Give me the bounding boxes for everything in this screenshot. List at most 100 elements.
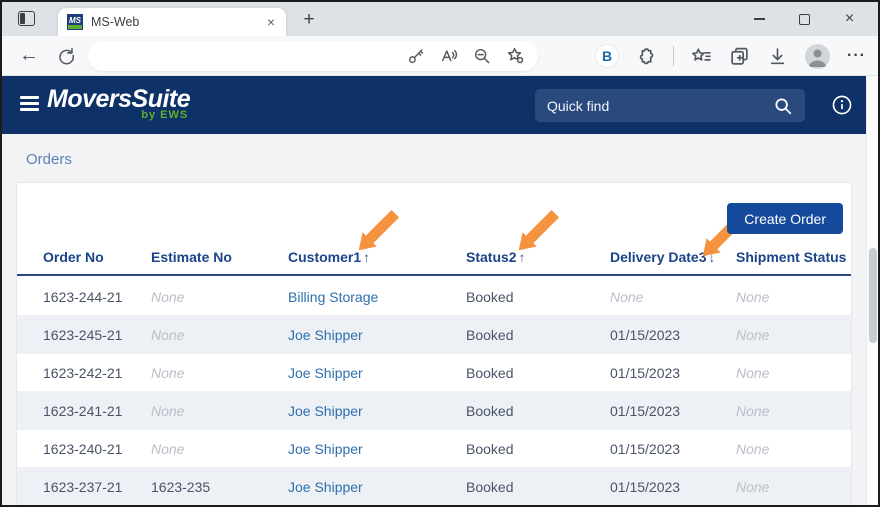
shipment-status-cell: None — [736, 326, 770, 343]
close-button[interactable]: × — [827, 2, 872, 36]
browser-titlebar: MS MS-Web × + × — [2, 2, 878, 36]
collections-icon[interactable] — [729, 46, 750, 67]
estimate-no-cell: None — [151, 440, 185, 457]
maximize-button[interactable] — [782, 2, 827, 36]
tab-actions-menu-icon[interactable] — [18, 11, 35, 26]
address-bar-icons — [407, 46, 525, 65]
delivery-date-cell: 01/15/2023 — [610, 326, 681, 343]
estimate-no-cell: 1623-235 — [151, 478, 211, 495]
back-icon: ← — [19, 44, 39, 66]
extension-b-icon[interactable]: B — [596, 45, 619, 67]
page-content: Orders Create Order Order No Estimate No… — [2, 134, 878, 505]
shipment-status-cell: None — [736, 478, 770, 495]
status-cell: Booked — [466, 288, 514, 305]
shipment-status-cell: None — [736, 440, 770, 457]
app-header: MoversSuite by EWS — [2, 76, 878, 134]
site-favicon: MS — [67, 14, 83, 30]
app-logo: MoversSuite by EWS — [47, 85, 191, 121]
back-button[interactable]: ← — [14, 41, 44, 71]
estimate-no-cell: None — [151, 364, 185, 381]
add-favorite-icon[interactable] — [506, 46, 525, 65]
column-header-order-no[interactable]: Order No — [43, 249, 151, 265]
close-icon: × — [844, 10, 855, 27]
status-cell: Booked — [466, 326, 514, 343]
refresh-button[interactable] — [50, 41, 80, 71]
page-title: Orders — [26, 151, 72, 168]
profile-avatar[interactable] — [805, 43, 831, 69]
table-row[interactable]: 1623-242-21 None Joe Shipper Booked 01/1… — [17, 354, 851, 392]
delivery-date-cell: 01/15/2023 — [610, 364, 681, 381]
toolbar-divider — [673, 46, 675, 66]
customer-link[interactable]: Joe Shipper — [288, 327, 466, 343]
annotation-arrow-customer — [358, 209, 400, 251]
table-row[interactable]: 1623-245-21 None Joe Shipper Booked 01/1… — [17, 316, 851, 354]
status-cell: Booked — [466, 440, 514, 457]
order-no-cell: 1623-244-21 — [43, 288, 123, 305]
table-row[interactable]: 1623-240-21 None Joe Shipper Booked 01/1… — [17, 430, 851, 468]
column-header-shipment-status[interactable]: Shipment Status — [736, 249, 851, 265]
estimate-no-cell: None — [151, 326, 185, 343]
browser-tab[interactable]: MS MS-Web × — [58, 8, 286, 36]
status-cell: Booked — [466, 364, 514, 381]
annotation-arrow-status — [518, 209, 560, 251]
info-icon — [832, 95, 852, 115]
delivery-date-cell: None — [610, 288, 644, 305]
new-tab-button[interactable]: + — [296, 7, 322, 33]
address-bar-input[interactable] — [101, 48, 407, 63]
shipment-status-cell: None — [736, 288, 770, 305]
maximize-icon — [799, 13, 810, 25]
table-row[interactable]: 1623-241-21 None Joe Shipper Booked 01/1… — [17, 392, 851, 430]
window-controls: × — [737, 2, 872, 36]
scrollbar-thumb[interactable] — [869, 248, 877, 343]
zoom-out-icon[interactable] — [473, 47, 491, 65]
tab-title: MS-Web — [91, 15, 140, 29]
favorites-icon[interactable] — [691, 46, 712, 67]
page-scrollbar[interactable] — [866, 76, 878, 505]
order-no-cell: 1623-245-21 — [43, 326, 123, 343]
estimate-no-cell: None — [151, 288, 185, 305]
web-page: MoversSuite by EWS Orders Create Order O… — [2, 76, 878, 505]
order-no-cell: 1623-240-21 — [43, 440, 123, 457]
search-icon[interactable] — [773, 96, 793, 116]
shipment-status-cell: None — [736, 402, 770, 419]
column-header-estimate-no[interactable]: Estimate No — [151, 249, 288, 265]
refresh-icon — [58, 47, 74, 65]
browser-window: MS MS-Web × + × ← B ··· MoversSuite by E… — [0, 0, 880, 507]
delivery-date-cell: 01/15/2023 — [610, 440, 681, 457]
table-row[interactable]: 1623-237-21 1623-235 Joe Shipper Booked … — [17, 468, 851, 505]
table-row[interactable]: 1623-244-21 None Billing Storage Booked … — [17, 278, 851, 316]
create-order-button[interactable]: Create Order — [727, 203, 843, 234]
quick-find[interactable] — [535, 89, 805, 122]
read-aloud-icon[interactable] — [440, 47, 458, 65]
status-cell: Booked — [466, 402, 514, 419]
password-key-icon[interactable] — [407, 47, 425, 65]
customer-link[interactable]: Joe Shipper — [288, 479, 466, 495]
tab-close-icon[interactable]: × — [265, 14, 277, 30]
delivery-date-cell: 01/15/2023 — [610, 478, 681, 495]
table-body: 1623-244-21 None Billing Storage Booked … — [17, 278, 851, 505]
person-icon — [809, 49, 827, 67]
extensions-icon[interactable] — [635, 46, 656, 67]
minimize-icon — [754, 18, 765, 20]
customer-link[interactable]: Billing Storage — [288, 289, 466, 305]
toolbar-right-icons: B ··· — [596, 36, 866, 76]
order-no-cell: 1623-237-21 — [43, 478, 123, 495]
order-no-cell: 1623-241-21 — [43, 402, 123, 419]
address-bar[interactable] — [88, 40, 538, 71]
minimize-button[interactable] — [737, 2, 782, 36]
settings-more-icon[interactable]: ··· — [847, 47, 866, 65]
info-button[interactable] — [831, 94, 853, 116]
customer-link[interactable]: Joe Shipper — [288, 403, 466, 419]
downloads-icon[interactable] — [767, 46, 788, 67]
quick-find-input[interactable] — [547, 97, 773, 114]
estimate-no-cell: None — [151, 402, 185, 419]
customer-link[interactable]: Joe Shipper — [288, 441, 466, 457]
order-no-cell: 1623-242-21 — [43, 364, 123, 381]
customer-link[interactable]: Joe Shipper — [288, 365, 466, 381]
shipment-status-cell: None — [736, 364, 770, 381]
browser-toolbar: ← B ··· — [2, 36, 878, 76]
delivery-date-cell: 01/15/2023 — [610, 402, 681, 419]
hamburger-menu-icon[interactable] — [20, 96, 39, 114]
orders-card: Create Order Order No Estimate No Custom… — [16, 182, 852, 505]
status-cell: Booked — [466, 478, 514, 495]
